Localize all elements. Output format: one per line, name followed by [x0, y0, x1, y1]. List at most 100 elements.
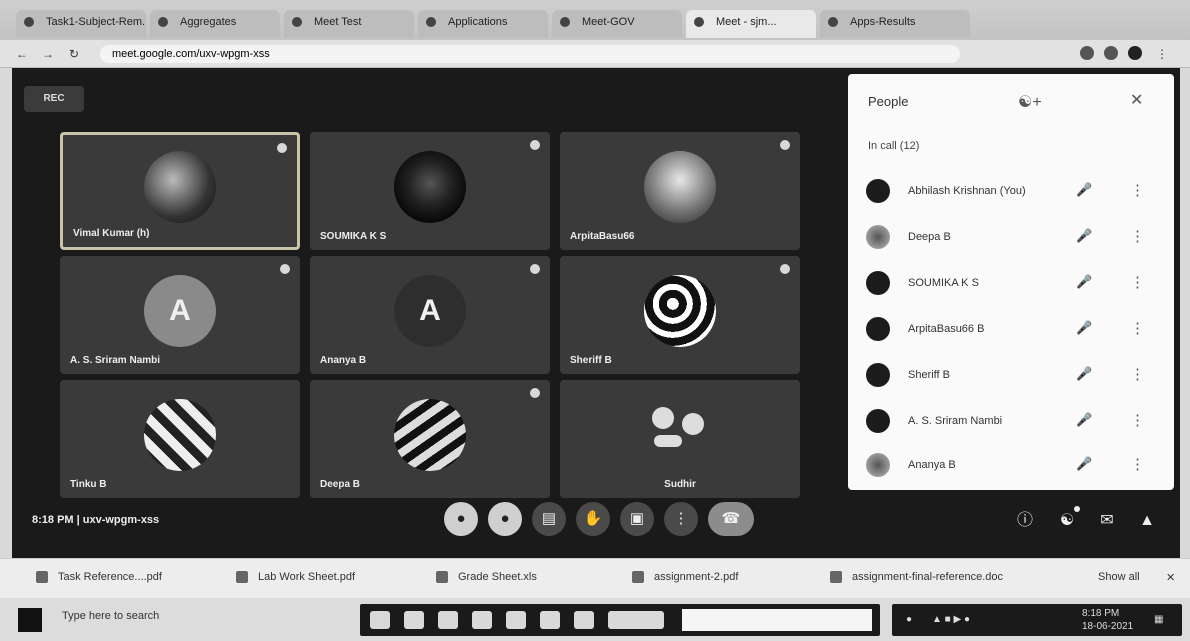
forward-icon[interactable]: → [40, 46, 56, 62]
download-item[interactable]: Lab Work Sheet.pdf [236, 571, 355, 584]
file-icon [632, 571, 644, 584]
participant-tile[interactable]: Vimal Kumar (h) [60, 132, 300, 250]
download-item[interactable]: assignment-2.pdf [632, 571, 738, 584]
app-icon[interactable] [540, 611, 560, 629]
clock-date[interactable]: 18-06-2021 [1082, 621, 1133, 632]
participant-name: Ananya B [320, 355, 367, 366]
browser-tab[interactable]: Task1-Subject-Rem... [16, 10, 146, 38]
participant-row[interactable]: Abhilash Krishnan (You) 🎤 ⋮ [866, 176, 1156, 206]
downloads-bar: Task Reference....pdf Lab Work Sheet.pdf… [0, 558, 1190, 598]
app-icon[interactable] [608, 611, 664, 629]
back-icon[interactable]: ← [14, 46, 30, 62]
download-item[interactable]: assignment-final-reference.doc [830, 571, 1003, 584]
windows-start-icon[interactable] [18, 608, 42, 632]
mic-icon[interactable]: 🎤 [1076, 366, 1092, 382]
browser-tab[interactable]: Meet Test [284, 10, 414, 38]
participant-tile[interactable]: Sheriff B [560, 256, 800, 374]
more-options-icon[interactable]: ⋮ [1130, 273, 1145, 291]
extension-icon[interactable] [1080, 46, 1094, 60]
more-options-icon[interactable]: ⋮ [1130, 455, 1145, 473]
reload-icon[interactable]: ↻ [66, 46, 82, 62]
mic-icon [780, 140, 790, 150]
more-options-icon[interactable]: ⋮ [1130, 319, 1145, 337]
leave-call-button[interactable]: ☎ [708, 502, 754, 536]
more-options-icon[interactable]: ⋮ [1130, 365, 1145, 383]
participant-row[interactable]: Deepa B 🎤 ⋮ [866, 222, 1156, 252]
notification-badge [1074, 506, 1080, 512]
more-options-icon[interactable]: ⋮ [1130, 227, 1145, 245]
browser-tab[interactable]: Apps-Results [820, 10, 970, 38]
mic-icon[interactable]: 🎤 [1076, 412, 1092, 428]
mic-icon [277, 143, 287, 153]
avatar [644, 399, 716, 471]
participant-tile[interactable]: Deepa B [310, 380, 550, 498]
extension-icon[interactable] [1104, 46, 1118, 60]
present-button[interactable]: ▣ [620, 502, 654, 536]
chat-icon[interactable]: ✉ [1096, 510, 1118, 532]
participant-row[interactable]: Ananya B 🎤 ⋮ [866, 450, 1156, 480]
avatar [866, 363, 890, 387]
avatar: A [144, 275, 216, 347]
participant-tile[interactable]: Sudhir [560, 380, 800, 498]
taskbar-search[interactable]: Type here to search [62, 610, 159, 622]
app-icon[interactable] [506, 611, 526, 629]
app-icon[interactable] [370, 611, 390, 629]
tray-icons[interactable]: ▲ ■ ▶ ● [932, 614, 970, 625]
add-people-icon[interactable]: ☯+ [1018, 92, 1042, 112]
file-icon [830, 571, 842, 584]
more-options-icon[interactable]: ⋮ [1130, 411, 1145, 429]
close-icon[interactable]: ✕ [1130, 90, 1143, 110]
taskbar-input[interactable] [682, 609, 872, 631]
app-icon[interactable] [574, 611, 594, 629]
participant-tile[interactable]: Tinku B [60, 380, 300, 498]
favicon-icon [828, 17, 838, 28]
info-icon[interactable]: ⓘ [1014, 510, 1036, 532]
participant-name: Vimal Kumar (h) [73, 228, 150, 239]
participant-tile[interactable]: A Ananya B [310, 256, 550, 374]
participant-name: SOUMIKA K S [320, 231, 387, 242]
participant-row[interactable]: ArpitaBasu66 B 🎤 ⋮ [866, 314, 1156, 344]
clock-time[interactable]: 8:18 PM [1082, 608, 1119, 619]
mic-icon[interactable]: 🎤 [1076, 274, 1092, 290]
camera-button[interactable]: ● [488, 502, 522, 536]
more-options-button[interactable]: ⋮ [664, 502, 698, 536]
mic-icon[interactable]: 🎤 [1076, 228, 1092, 244]
mic-icon [530, 264, 540, 274]
address-bar-row: ← → ↻ meet.google.com/uxv-wpgm-xss ⋮ [0, 40, 1190, 68]
notifications-icon[interactable]: ▦ [1154, 614, 1163, 625]
participant-name: A. S. Sriram Nambi [70, 355, 161, 366]
mic-icon[interactable]: 🎤 [1076, 182, 1092, 198]
browser-tab[interactable]: Applications [418, 10, 548, 38]
participant-tile[interactable]: SOUMIKA K S [310, 132, 550, 250]
app-icon[interactable] [404, 611, 424, 629]
mic-button[interactable]: ● [444, 502, 478, 536]
in-call-count: In call (12) [868, 140, 920, 152]
mic-icon[interactable]: 🎤 [1076, 320, 1092, 336]
captions-button[interactable]: ▤ [532, 502, 566, 536]
app-icon[interactable] [438, 611, 458, 629]
participant-tile[interactable]: ArpitaBasu66 [560, 132, 800, 250]
browser-tab[interactable]: Meet-GOV [552, 10, 682, 38]
app-icon[interactable] [472, 611, 492, 629]
profile-avatar[interactable] [1128, 46, 1142, 60]
show-all-downloads[interactable]: Show all [1098, 571, 1140, 583]
mic-icon[interactable]: 🎤 [1076, 456, 1092, 472]
participant-row[interactable]: A. S. Sriram Nambi 🎤 ⋮ [866, 406, 1156, 436]
file-icon [36, 571, 48, 584]
raise-hand-button[interactable]: ✋ [576, 502, 610, 536]
url-field[interactable]: meet.google.com/uxv-wpgm-xss [100, 45, 960, 63]
browser-menu-icon[interactable]: ⋮ [1154, 46, 1170, 62]
browser-tab-bar: Task1-Subject-Rem... Aggregates Meet Tes… [0, 0, 1190, 40]
more-options-icon[interactable]: ⋮ [1130, 181, 1145, 199]
download-item[interactable]: Task Reference....pdf [36, 571, 162, 584]
participant-row[interactable]: SOUMIKA K S 🎤 ⋮ [866, 268, 1156, 298]
activities-icon[interactable]: ▲ [1136, 510, 1158, 532]
download-item[interactable]: Grade Sheet.xls [436, 571, 537, 584]
weather-icon[interactable]: ● [906, 614, 912, 625]
people-icon[interactable]: ☯ [1056, 506, 1080, 532]
close-icon[interactable]: ✕ [1166, 571, 1175, 584]
participant-row[interactable]: Sheriff B 🎤 ⋮ [866, 360, 1156, 390]
participant-tile[interactable]: A A. S. Sriram Nambi [60, 256, 300, 374]
browser-tab-active[interactable]: Meet - sjm... [686, 10, 816, 38]
browser-tab[interactable]: Aggregates [150, 10, 280, 38]
